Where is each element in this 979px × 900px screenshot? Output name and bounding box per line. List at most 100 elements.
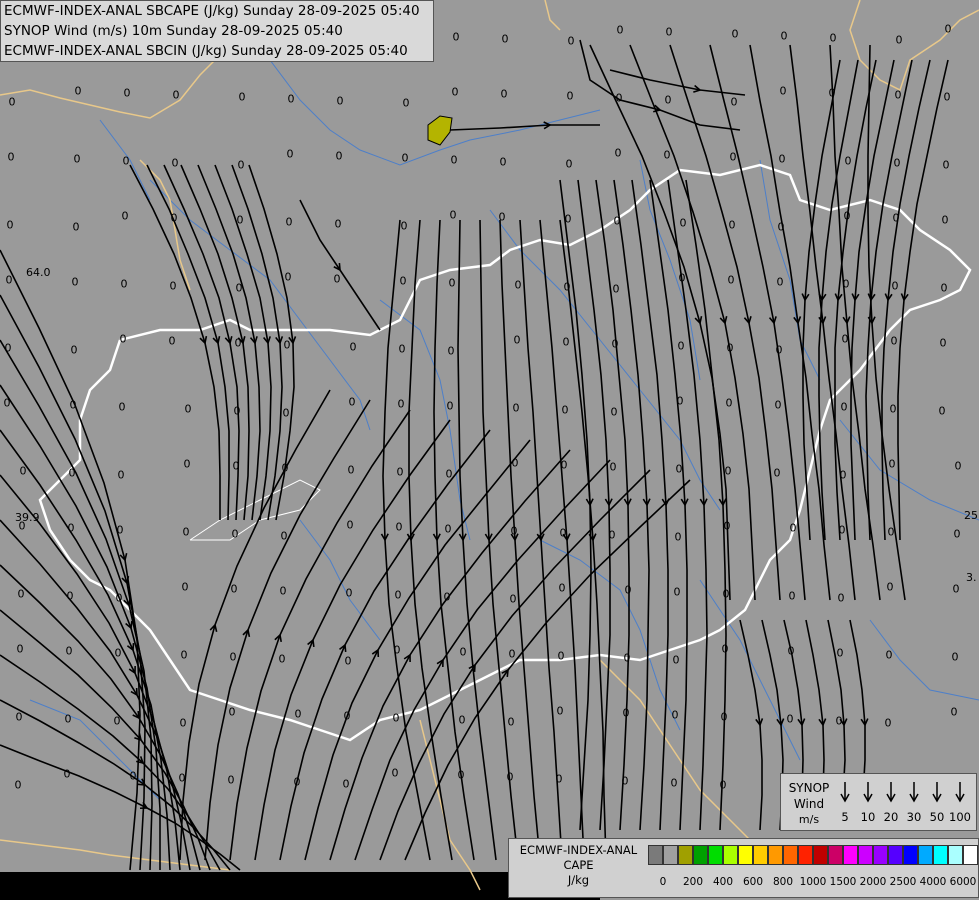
cin-value: 0 (232, 459, 240, 473)
cin-value: 0 (123, 86, 131, 100)
cin-value: 0 (726, 341, 734, 355)
cin-value: 0 (950, 705, 958, 719)
cin-value: 0 (838, 523, 846, 537)
cin-value: 0 (943, 90, 951, 104)
cin-value: 0 (611, 337, 619, 351)
cin-value: 0 (508, 647, 516, 661)
cape-swatch (798, 845, 813, 865)
cin-value: 0 (673, 585, 681, 599)
cin-value: 0 (509, 592, 517, 606)
cin-value: 0 (4, 341, 12, 355)
cin-value: 0 (613, 214, 621, 228)
cin-value: 0 (452, 30, 460, 44)
cin-value: 0 (671, 708, 679, 722)
cin-value: 0 (445, 467, 453, 481)
cin-value: 0 (835, 714, 843, 728)
cin-value: 0 (839, 468, 847, 482)
cin-value: 0 (234, 336, 242, 350)
cin-value: 0 (238, 90, 246, 104)
cin-value: 0 (941, 213, 949, 227)
cin-value: 0 (281, 461, 289, 475)
cin-value: 0 (891, 279, 899, 293)
national-border-layer (38, 163, 972, 742)
cape-swatch (753, 845, 768, 865)
cin-value: 0 (624, 583, 632, 597)
cin-value: 0 (446, 399, 454, 413)
cin-value: 0 (347, 463, 355, 477)
cin-value: 0 (609, 460, 617, 474)
weather-map[interactable]: 0 0 0 0 0 0 0 0 0 0 0 0 0 0 0 0 0 0 0 0 0 0 0 0 0 0 0 0 0 0 0 0 0 0 0 0 0 0 0 0… (0, 0, 979, 900)
cin-value: 0 (116, 523, 124, 537)
cin-value: 0 (345, 586, 353, 600)
cape-swatch (828, 845, 843, 865)
cin-value: 0 (448, 276, 456, 290)
cape-title: ECMWF-INDEX-ANAL SBCAPE (J/kg) Sunday 28… (4, 3, 420, 19)
cin-value: 0 (182, 525, 190, 539)
cin-value: 0 (282, 406, 290, 420)
cin-value: 0 (346, 518, 354, 532)
cin-value: 0 (725, 396, 733, 410)
cin-value: 0 (778, 152, 786, 166)
cin-value: 0 (564, 212, 572, 226)
cin-value: 0 (170, 211, 178, 225)
cin-value: 0 (401, 151, 409, 165)
wind-arrow-icon (955, 782, 965, 803)
wind-arrow-icon (909, 782, 919, 803)
cin-value: 0 (285, 215, 293, 229)
cin-value: 0 (457, 768, 465, 782)
cin-value: 0 (674, 530, 682, 544)
cin-value: 0 (5, 273, 13, 287)
cin-value: 0 (893, 156, 901, 170)
cin-value: 0 (344, 654, 352, 668)
cin-value: 0 (612, 282, 620, 296)
cin-value: 0 (672, 653, 680, 667)
cin-value: 0 (895, 33, 903, 47)
cin-value: 0 (952, 582, 960, 596)
cin-value: 0 (16, 642, 24, 656)
cin-value: 0 (15, 710, 23, 724)
cin-value: 0 (394, 588, 402, 602)
cin-value: 0 (294, 707, 302, 721)
cin-value: 0 (777, 220, 785, 234)
cin-value: 0 (230, 582, 238, 596)
edge-label: 64.0 (26, 266, 51, 279)
cin-value: 0 (172, 88, 180, 102)
cin-title: ECMWF-INDEX-ANAL SBCIN (J/kg) Sunday 28-… (4, 43, 408, 59)
cin-value: 0 (400, 219, 408, 233)
cin-value: 0 (69, 398, 77, 412)
cin-value: 0 (67, 521, 75, 535)
cin-value: 0 (64, 712, 72, 726)
wind-arrow-icon (932, 782, 942, 803)
cape-scale-label: 2000 (859, 876, 887, 888)
cin-value: 0 (507, 715, 515, 729)
cape-legend-unit: J/kg (567, 873, 590, 887)
cin-value: 0 (555, 772, 563, 786)
cin-value: 0 (773, 466, 781, 480)
cin-value: 0 (514, 278, 522, 292)
cin-value: 0 (74, 84, 82, 98)
cin-value: 0 (506, 770, 514, 784)
cape-swatch (723, 845, 738, 865)
cape-swatch (948, 845, 963, 865)
cin-value: 0 (728, 218, 736, 232)
cin-value: 0 (679, 216, 687, 230)
cin-value: 0 (888, 457, 896, 471)
cin-value: 0 (235, 281, 243, 295)
cin-value: 0 (622, 706, 630, 720)
cin-value: 0 (844, 154, 852, 168)
country-borders-layer (0, 0, 979, 896)
cin-value: 0 (181, 580, 189, 594)
cin-value: 0 (565, 157, 573, 171)
cin-value: 0 (333, 272, 341, 286)
cin-value: 0 (623, 651, 631, 665)
cin-value: 0 (444, 522, 452, 536)
cin-value: 0 (789, 521, 797, 535)
synop-wind-legend: SYNOP Wind m/s 5 10 20 30 50 100 (780, 773, 977, 831)
cape-scale-label: 6000 (949, 876, 977, 888)
synop-speed-label: 5 (841, 810, 849, 824)
cin-value: 0 (944, 22, 952, 36)
cin-value: 0 (336, 94, 344, 108)
cin-value: 0 (283, 338, 291, 352)
cin-value: 0 (66, 589, 74, 603)
synop-speed-label: 50 (929, 810, 945, 824)
